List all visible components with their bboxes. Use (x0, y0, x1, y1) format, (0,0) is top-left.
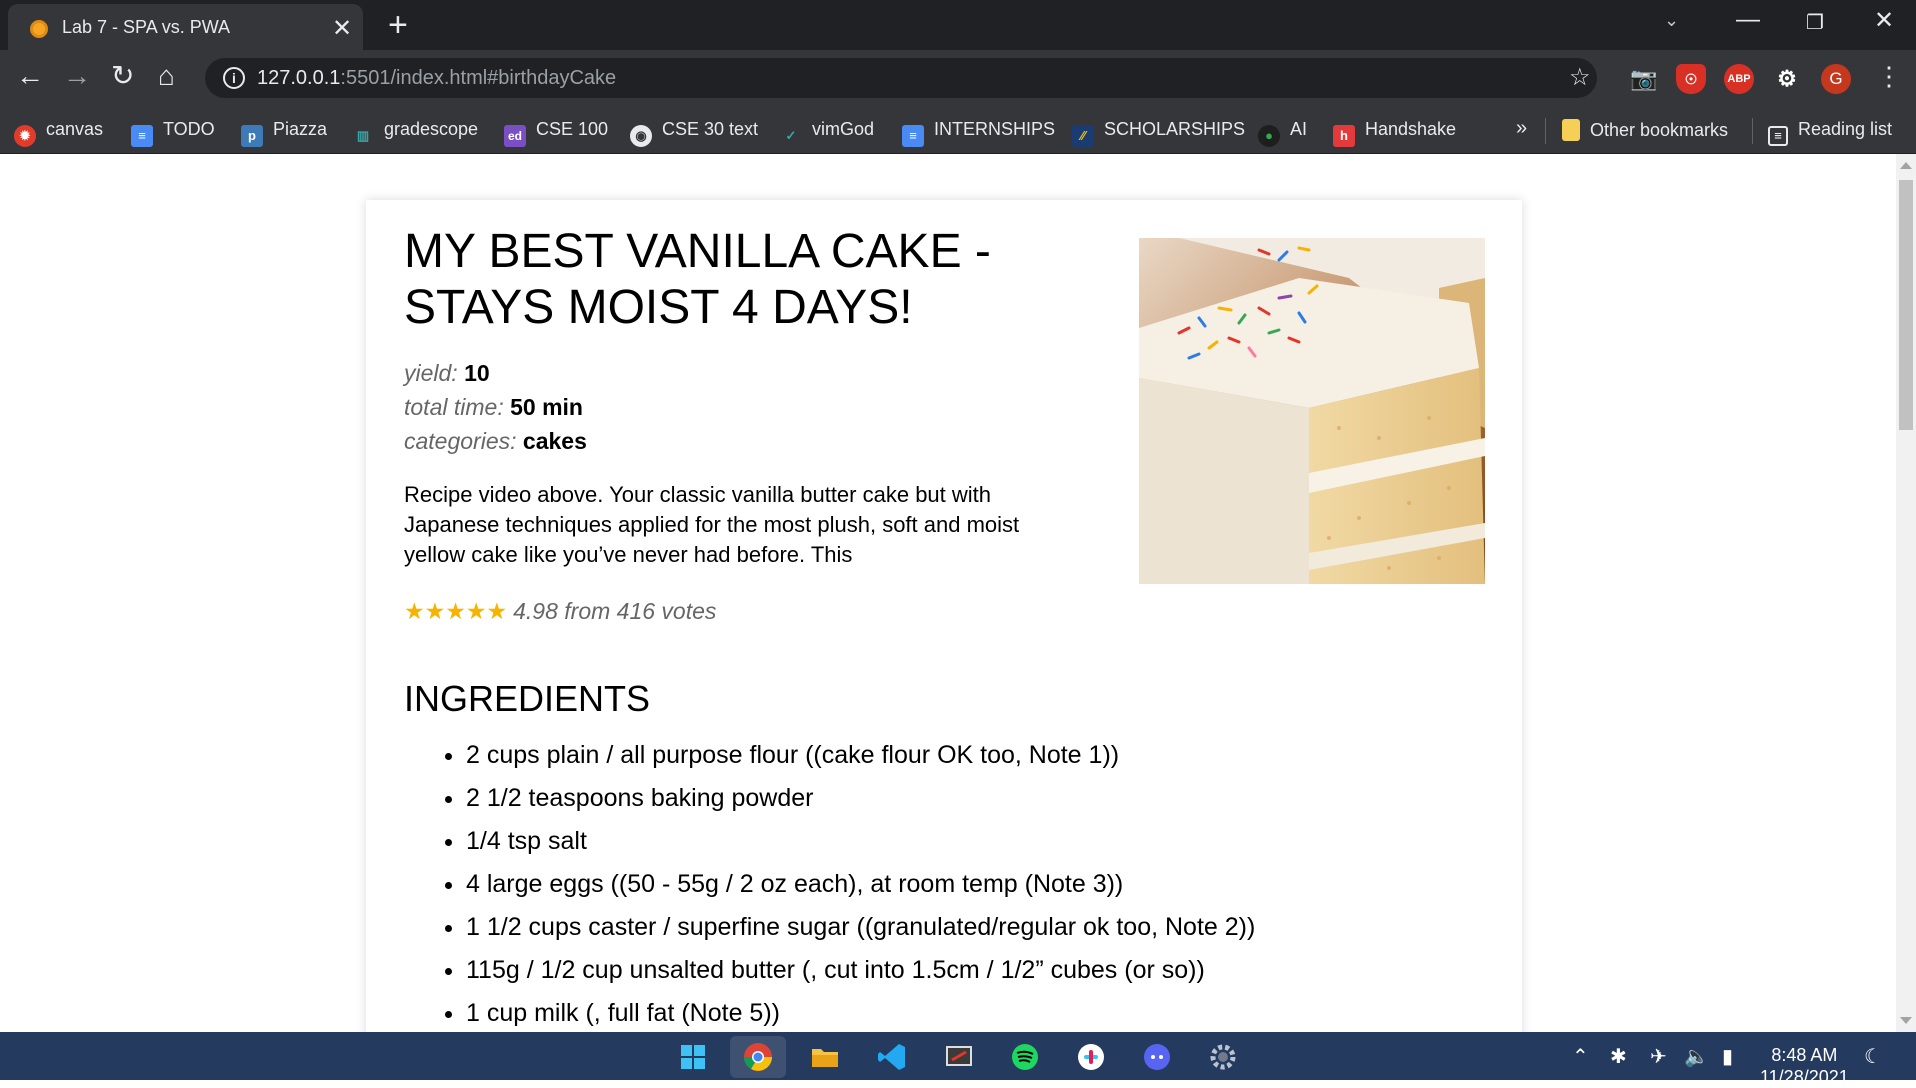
minimize-window-button[interactable]: — (1736, 6, 1760, 34)
scroll-up-arrow-icon[interactable] (1900, 162, 1912, 169)
globe-icon: ◉ (630, 125, 652, 147)
bookmark-canvas[interactable]: ✹ canvas (14, 119, 103, 147)
recipe-description: Recipe video above. Your classic vanilla… (404, 482, 1020, 567)
chrome-taskbar-icon[interactable] (741, 1040, 775, 1074)
ingredient-item: 1/4 tsp salt (466, 820, 1255, 863)
reload-icon[interactable]: ↻ (111, 61, 134, 91)
vscode-icon[interactable] (875, 1040, 909, 1074)
browser-tab[interactable]: Lab 7 - SPA vs. PWA ✕ (8, 4, 363, 50)
tab-title: Lab 7 - SPA vs. PWA (62, 17, 231, 37)
vim-icon: ✓ (785, 128, 797, 143)
reading-list-button[interactable]: ≡ Reading list (1768, 119, 1892, 146)
bookmark-handshake[interactable]: h Handshake (1333, 119, 1456, 147)
ingredient-item: 2 1/2 teaspoons baking powder (466, 777, 1255, 820)
profile-avatar[interactable]: G (1821, 64, 1851, 94)
bookmark-star-icon[interactable]: ☆ (1569, 63, 1591, 92)
snipping-tool-icon[interactable] (942, 1040, 976, 1074)
extensions-puzzle-icon[interactable]: ⚙ (1772, 64, 1802, 94)
bookmark-gradescope[interactable]: ▥ gradescope (352, 119, 478, 147)
close-window-button[interactable]: ✕ (1874, 6, 1894, 35)
start-button-icon[interactable] (676, 1040, 710, 1074)
file-explorer-icon[interactable] (808, 1040, 842, 1074)
recipe-categories: categories: cakes (404, 428, 587, 454)
scroll-down-arrow-icon[interactable] (1900, 1017, 1912, 1024)
shield-extension-icon[interactable]: ☉ (1676, 64, 1706, 94)
recipe-title: MY BEST VANILLA CAKE - STAYS MOIST 4 DAY… (404, 225, 991, 334)
recipe-card: MY BEST VANILLA CAKE - STAYS MOIST 4 DAY… (366, 200, 1522, 1032)
ingredient-item: 1 1/2 cups caster / superfine sugar ((gr… (466, 906, 1255, 949)
reading-list-icon: ≡ (1768, 126, 1788, 146)
slack-tray-icon[interactable]: ✱ (1610, 1044, 1627, 1069)
system-clock[interactable]: 8:48 AM 11/28/2021 (1760, 1044, 1849, 1088)
bookmark-internships[interactable]: ≡ INTERNSHIPS (902, 119, 1055, 147)
rating-stars-icon: ★★★★★ (404, 598, 508, 624)
close-tab-icon[interactable]: ✕ (332, 14, 352, 43)
ingredients-list: 2 cups plain / all purpose flour ((cake … (466, 734, 1255, 1032)
gradescope-icon: ▥ (356, 128, 370, 143)
airplane-mode-icon[interactable]: ✈ (1650, 1044, 1667, 1069)
bookmarks-bar: ✹ canvas ≡ TODO p Piazza ▥ gradescope ed CSE … (0, 106, 1916, 154)
bookmarks-divider (1752, 118, 1753, 144)
recipe-meta: yield: 10 total time: 50 min categories:… (404, 356, 587, 458)
recipe-yield: yield: 10 (404, 360, 490, 386)
windows-taskbar: ⌃ ✱ ✈ 🔈 ▮ 8:48 AM 11/28/2021 ☾ (0, 1032, 1916, 1087)
page-scrollbar[interactable] (1896, 154, 1916, 1032)
restore-window-button[interactable]: ❐ (1806, 10, 1824, 35)
tray-overflow-chevron-icon[interactable]: ⌃ (1572, 1044, 1589, 1069)
clock-date: 11/28/2021 (1760, 1067, 1849, 1087)
scholarship-icon: ∕∕ (1072, 125, 1094, 147)
cake-image (1139, 238, 1485, 584)
ingredient-item: 4 large eggs ((50 - 55g / 2 oz each), at… (466, 863, 1255, 906)
address-bar[interactable]: i 127.0.0.1:5501/index.html#birthdayCake… (205, 58, 1597, 98)
site-info-icon[interactable]: i (223, 67, 245, 89)
tab-search-chevron-icon[interactable]: ⌄ (1664, 10, 1679, 31)
volume-icon[interactable]: 🔈 (1684, 1044, 1709, 1069)
ed-icon: ed (504, 125, 526, 147)
bookmarks-divider (1545, 118, 1546, 144)
bookmark-cse100[interactable]: ed CSE 100 (504, 119, 608, 147)
adblock-extension-icon[interactable]: ABP (1724, 64, 1754, 94)
bookmark-cse30-text[interactable]: ◉ CSE 30 text (630, 119, 758, 147)
focus-assist-moon-icon[interactable]: ☾ (1864, 1044, 1882, 1069)
folder-icon (1562, 119, 1580, 141)
bookmark-ai[interactable]: ● AI (1258, 119, 1307, 147)
slack-icon[interactable] (1074, 1040, 1108, 1074)
other-bookmarks-folder[interactable]: Other bookmarks (1562, 119, 1728, 141)
page-viewport: MY BEST VANILLA CAKE - STAYS MOIST 4 DAY… (0, 154, 1896, 1032)
canvas-icon: ✹ (14, 125, 36, 147)
spotify-icon[interactable] (1008, 1040, 1042, 1074)
discord-icon[interactable] (1140, 1040, 1174, 1074)
forward-arrow-icon[interactable]: → (63, 61, 91, 91)
docs-icon: ≡ (902, 125, 924, 147)
url-text[interactable]: 127.0.0.1:5501/index.html#birthdayCake (257, 67, 616, 90)
bookmark-vimgod[interactable]: ✓ vimGod (780, 119, 874, 147)
ingredient-item: 2 cups plain / all purpose flour ((cake … (466, 734, 1255, 777)
bookmarks-overflow-button[interactable]: » (1516, 117, 1527, 140)
handshake-icon: h (1333, 125, 1355, 147)
scroll-thumb[interactable] (1899, 180, 1913, 430)
new-tab-button[interactable]: + (388, 6, 408, 45)
recipe-rating: ★★★★★ 4.98 from 416 votes (404, 598, 716, 625)
chrome-menu-icon[interactable]: ⋮ (1876, 61, 1902, 91)
browser-toolbar: ← → ↻ ⌂ i 127.0.0.1:5501/index.html#birt… (0, 50, 1916, 106)
tab-favicon-icon (30, 20, 48, 38)
bookmark-piazza[interactable]: p Piazza (241, 119, 327, 147)
bookmark-scholarships[interactable]: ∕∕ SCHOLARSHIPS (1072, 119, 1245, 147)
tab-strip: Lab 7 - SPA vs. PWA ✕ + ⌄ — ❐ ✕ (0, 0, 1916, 50)
bookmark-todo[interactable]: ≡ TODO (131, 119, 215, 147)
rating-text: 4.98 from 416 votes (513, 598, 717, 624)
piazza-icon: p (241, 125, 263, 147)
back-arrow-icon[interactable]: ← (16, 61, 44, 91)
ingredients-heading: INGREDIENTS (404, 678, 651, 719)
clock-time: 8:48 AM (1771, 1045, 1838, 1065)
docs-icon: ≡ (131, 125, 153, 147)
battery-icon[interactable]: ▮ (1722, 1044, 1733, 1069)
home-icon[interactable]: ⌂ (158, 61, 175, 91)
camera-extension-icon[interactable]: 📷 (1629, 64, 1659, 94)
ingredient-item: 115g / 1/2 cup unsalted butter (, cut in… (466, 949, 1255, 992)
ingredient-item: 1 cup milk (, full fat (Note 5)) (466, 992, 1255, 1032)
settings-gear-icon[interactable] (1206, 1040, 1240, 1074)
ai-icon: ● (1258, 125, 1280, 147)
recipe-total-time: total time: 50 min (404, 394, 583, 420)
